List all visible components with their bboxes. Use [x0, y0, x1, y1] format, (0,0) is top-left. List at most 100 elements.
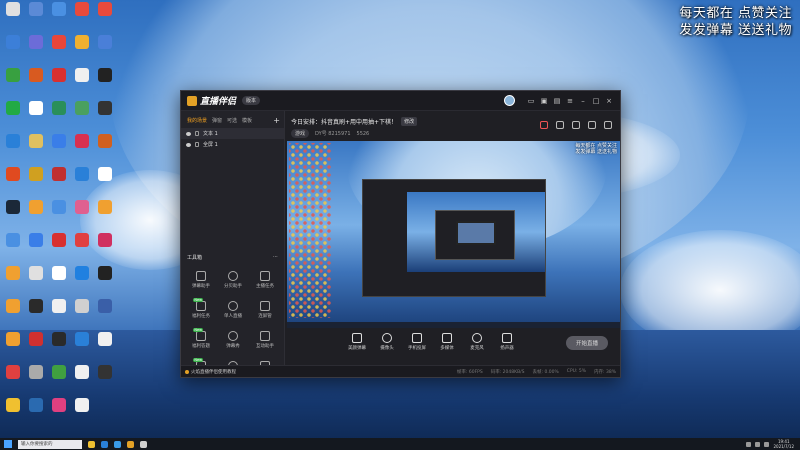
- message-icon[interactable]: ▭: [526, 96, 536, 106]
- desktop-icon[interactable]: [25, 35, 47, 49]
- clock[interactable]: 19:41 2021/7/12: [773, 439, 794, 449]
- desktop-icon[interactable]: [2, 299, 24, 313]
- category-badge[interactable]: 游戏: [291, 129, 310, 138]
- more-icon[interactable]: ⋯: [273, 254, 278, 261]
- eye-icon[interactable]: [186, 142, 191, 147]
- desktop-icon[interactable]: [25, 332, 47, 346]
- desktop-icon[interactable]: [2, 398, 24, 412]
- tab-template[interactable]: 模板: [242, 117, 252, 124]
- browser-icon[interactable]: [114, 440, 121, 448]
- network-icon[interactable]: [755, 441, 761, 447]
- desktop-icon[interactable]: [25, 167, 47, 181]
- desktop-icon[interactable]: [48, 35, 70, 49]
- volume-icon[interactable]: [764, 441, 770, 447]
- minimize-icon[interactable]: –: [578, 96, 588, 106]
- close-icon[interactable]: ×: [604, 96, 614, 106]
- desktop-icon[interactable]: [2, 134, 24, 148]
- desktop-icon[interactable]: [71, 398, 93, 412]
- toolbox-item[interactable]: 分贝助手: [217, 271, 249, 289]
- app-taskbar-icon[interactable]: [140, 440, 147, 448]
- desktop-icon[interactable]: [71, 365, 93, 379]
- toolbox-item[interactable]: 连屏管: [249, 301, 281, 319]
- desktop-icon[interactable]: [94, 167, 116, 181]
- desktop-icon[interactable]: [2, 332, 24, 346]
- desktop-icon[interactable]: [71, 167, 93, 181]
- tutorial-link[interactable]: 火焰直播伴侣使用教程: [185, 369, 236, 375]
- add-scene-icon[interactable]: +: [273, 116, 280, 125]
- desktop-icon[interactable]: [48, 233, 70, 247]
- bell-icon[interactable]: [588, 121, 596, 129]
- desktop-icon[interactable]: [94, 299, 116, 313]
- toolbox-item[interactable]: 弹幕助手: [185, 271, 217, 289]
- desktop-icon[interactable]: [48, 2, 70, 16]
- scene-item[interactable]: 文本 1: [181, 128, 284, 139]
- desktop-icon[interactable]: [71, 266, 93, 280]
- desktop-icon[interactable]: [94, 266, 116, 280]
- desktop-icon[interactable]: [71, 233, 93, 247]
- desktop-icon[interactable]: [25, 134, 47, 148]
- edit-title-button[interactable]: 修改: [401, 117, 418, 126]
- desktop-icon[interactable]: [2, 266, 24, 280]
- skin-icon[interactable]: ▤: [552, 96, 562, 106]
- microphone-button[interactable]: 麦克风: [467, 331, 487, 351]
- share-icon[interactable]: [604, 121, 612, 129]
- desktop-icon[interactable]: [48, 332, 70, 346]
- multimedia-button[interactable]: 多媒体: [437, 331, 457, 351]
- toolbox-item[interactable]: 弹幕秀: [217, 331, 249, 349]
- desktop-icon[interactable]: [25, 68, 47, 82]
- desktop-icon[interactable]: [48, 365, 70, 379]
- version-button[interactable]: 版本: [242, 96, 261, 105]
- desktop-icon[interactable]: [48, 398, 70, 412]
- toolbox-item[interactable]: 互动助手: [249, 331, 281, 349]
- desktop-icon[interactable]: [48, 266, 70, 280]
- avatar[interactable]: [504, 95, 515, 106]
- desktop-icon[interactable]: [2, 101, 24, 115]
- desktop-icon[interactable]: [48, 101, 70, 115]
- desktop-icon[interactable]: [25, 101, 47, 115]
- eye-icon[interactable]: [186, 131, 191, 136]
- desktop-icon[interactable]: [48, 299, 70, 313]
- desktop-icon[interactable]: [2, 35, 24, 49]
- live-companion-taskbar-icon[interactable]: [127, 440, 134, 448]
- scene-item[interactable]: 全屏 1: [181, 139, 284, 150]
- desktop-icon[interactable]: [94, 332, 116, 346]
- menu-icon[interactable]: ≡: [565, 96, 575, 106]
- desktop-icon[interactable]: [71, 68, 93, 82]
- tab-popup[interactable]: 弹窗: [212, 117, 222, 124]
- desktop-icon[interactable]: [94, 101, 116, 115]
- desktop-icon[interactable]: [25, 266, 47, 280]
- desktop-icon[interactable]: [94, 68, 116, 82]
- tray-icon[interactable]: [746, 441, 752, 447]
- toolbox-item[interactable]: New 福利任务: [185, 298, 217, 319]
- screen-icon[interactable]: [572, 121, 580, 129]
- camera-button[interactable]: 摄像头: [377, 331, 397, 351]
- desktop-icon[interactable]: [25, 200, 47, 214]
- file-explorer-icon[interactable]: [88, 440, 95, 448]
- record-icon[interactable]: [540, 121, 548, 129]
- desktop-icon[interactable]: [48, 68, 70, 82]
- desktop-icon[interactable]: [2, 2, 24, 16]
- live-preview[interactable]: 每天都在 点赞关注 发发弹幕 送送礼物: [287, 141, 620, 328]
- start-live-button[interactable]: 开始直播: [565, 336, 608, 350]
- taskbar-search-input[interactable]: 输入你要搜索的: [18, 439, 82, 449]
- desktop-icon[interactable]: [25, 398, 47, 412]
- desktop-icon[interactable]: [25, 365, 47, 379]
- edge-icon[interactable]: [101, 440, 108, 448]
- desktop-icon[interactable]: [48, 167, 70, 181]
- desktop-icon[interactable]: [71, 2, 93, 16]
- desktop-icon[interactable]: [71, 101, 93, 115]
- unlock-icon[interactable]: [556, 121, 564, 129]
- desktop-icon[interactable]: [25, 233, 47, 247]
- desktop-icon[interactable]: [71, 200, 93, 214]
- desktop-icon[interactable]: [2, 167, 24, 181]
- desktop-icon[interactable]: [48, 134, 70, 148]
- beauty-danmaku-button[interactable]: 美颜弹幕: [347, 331, 367, 351]
- desktop-icon[interactable]: [71, 332, 93, 346]
- gift-icon[interactable]: ▣: [539, 96, 549, 106]
- desktop-icon[interactable]: [71, 299, 93, 313]
- toolbox-item[interactable]: 主播任务: [249, 271, 281, 289]
- desktop-icon[interactable]: [94, 134, 116, 148]
- desktop-icon[interactable]: [94, 365, 116, 379]
- desktop-icon[interactable]: [94, 35, 116, 49]
- phone-cast-button[interactable]: 手机投屏: [407, 331, 427, 351]
